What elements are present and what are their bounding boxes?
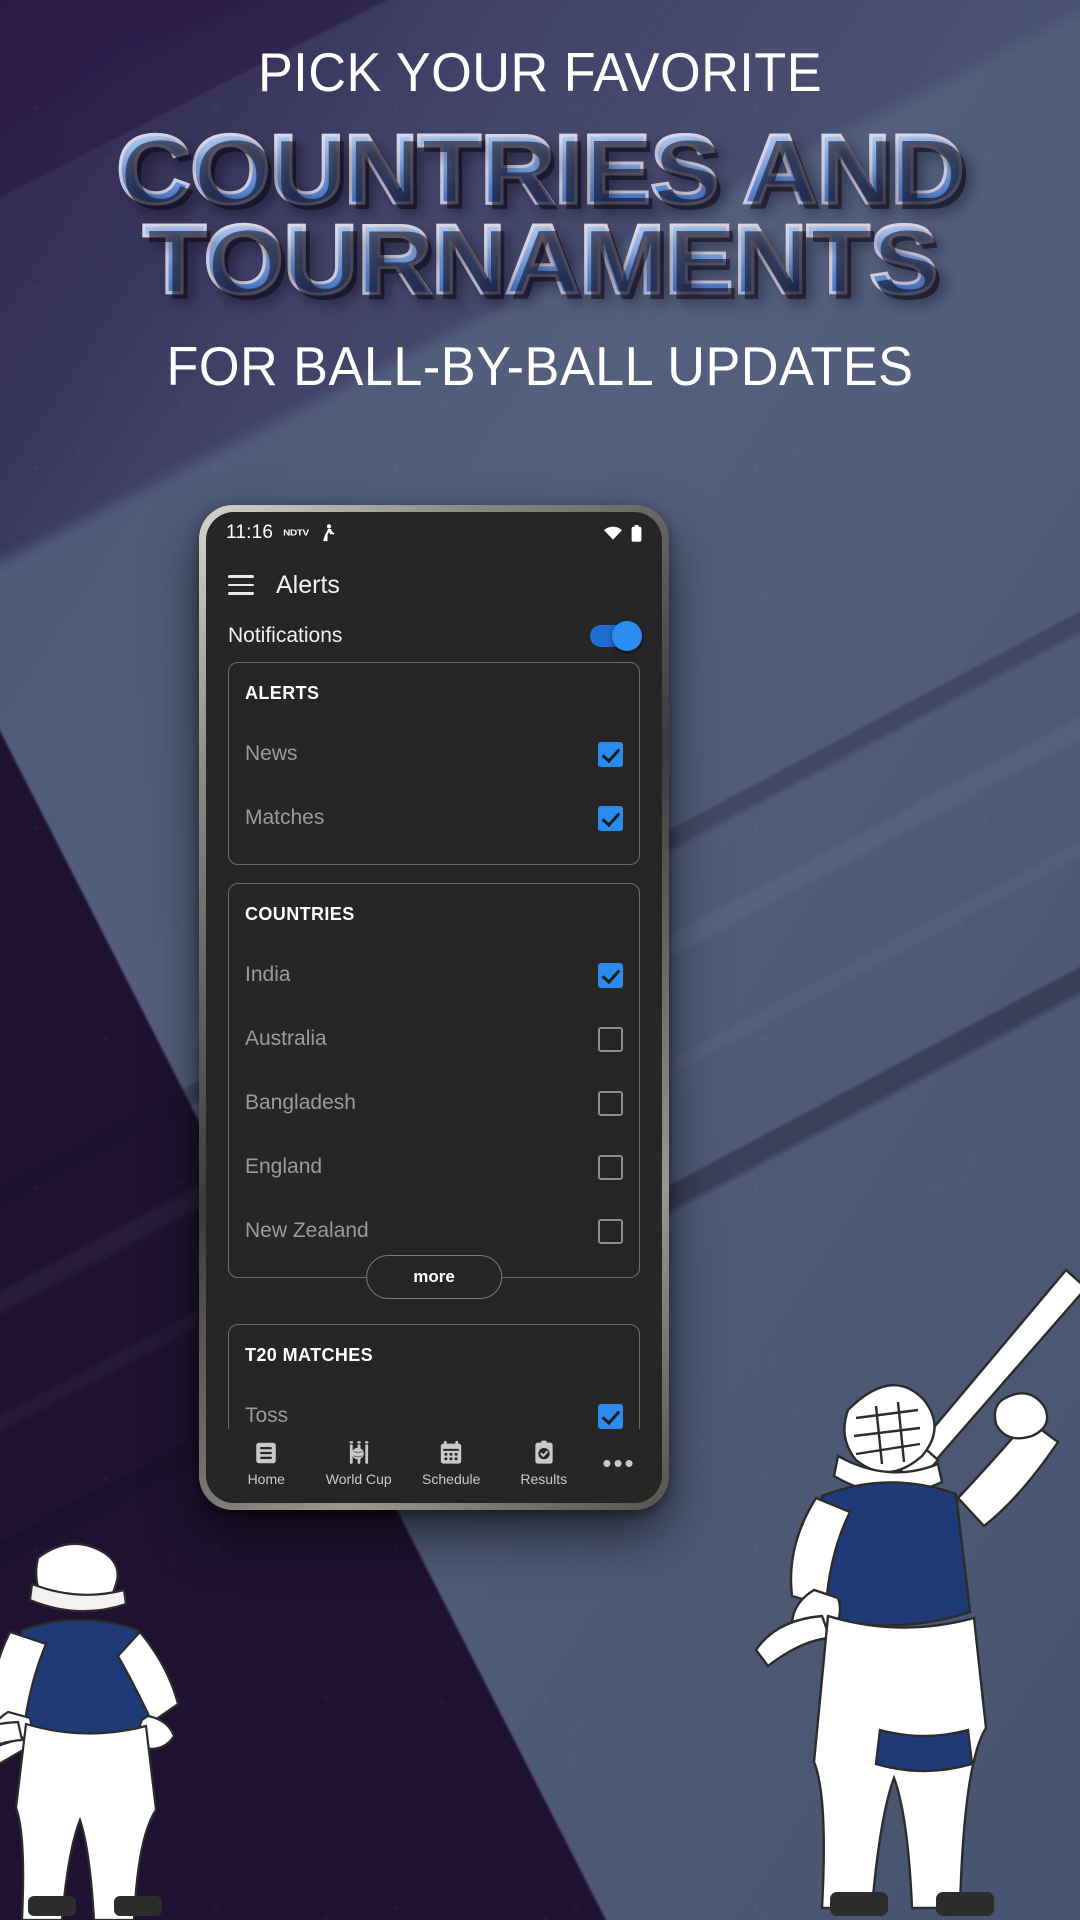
cricket-batsman-icon — [322, 524, 335, 542]
nav-item-results[interactable]: Results — [498, 1440, 591, 1487]
ndtv-logo-icon: NDTV — [283, 528, 309, 538]
settings-card: ALERTS News Matches — [228, 662, 640, 865]
settings-option-label: England — [245, 1155, 323, 1178]
settings-option-row[interactable]: Bangladesh — [245, 1071, 623, 1135]
bottom-navigation: Home World Cup Schedule Results ••• — [206, 1429, 662, 1503]
settings-option-label: Australia — [245, 1027, 327, 1050]
nav-item-home[interactable]: Home — [220, 1440, 313, 1487]
settings-option-row[interactable]: India — [245, 943, 623, 1007]
headline-line-2: COUNTRIES AND — [114, 113, 966, 224]
settings-card-title: COUNTRIES — [245, 904, 355, 924]
phone-screen: 11:16 NDTV Alerts Notifications ALERTS N… — [206, 512, 662, 1503]
cricket-batsman-right-illustration — [754, 1268, 1080, 1916]
settings-option-row[interactable]: Australia — [245, 1007, 623, 1071]
notifications-label: Notifications — [228, 624, 343, 647]
headline-line-4: FOR BALL-BY-BALL UPDATES — [166, 335, 914, 398]
promo-headline: PICK YOUR FAVORITE COUNTRIES AND TOURNAM… — [0, 41, 1080, 398]
checkbox-unchecked[interactable] — [598, 1026, 623, 1052]
settings-option-label: Toss — [245, 1404, 289, 1427]
settings-option-label: India — [245, 963, 291, 986]
settings-card: COUNTRIES India Australia Bangladesh England… — [228, 883, 640, 1299]
nav-item-schedule[interactable]: Schedule — [405, 1440, 498, 1487]
nav-label-world-cup: World Cup — [325, 1470, 392, 1487]
checkbox-unchecked[interactable] — [598, 1218, 623, 1244]
headline-line-1: PICK YOUR FAVORITE — [257, 41, 823, 103]
settings-card-title: T20 MATCHES — [245, 1345, 374, 1365]
headline-line-3: TOURNAMENTS — [141, 203, 940, 314]
more-button[interactable]: more — [366, 1255, 502, 1299]
list-icon — [256, 1442, 276, 1463]
settings-option-label: Bangladesh — [245, 1091, 356, 1114]
settings-option-row[interactable]: News — [245, 722, 623, 786]
settings-option-row[interactable]: New Zealand — [245, 1199, 623, 1263]
status-bar-right — [603, 524, 642, 542]
page-title: Alerts — [276, 570, 340, 599]
checkbox-unchecked[interactable] — [598, 1154, 623, 1180]
settings-option-row[interactable]: Matches — [245, 786, 623, 850]
wifi-icon — [604, 526, 622, 540]
nav-item-world-cup[interactable]: World Cup — [313, 1440, 406, 1487]
clipboard-check-icon — [535, 1440, 553, 1464]
toggle-knob — [612, 621, 642, 651]
settings-card: T20 MATCHES Toss — [228, 1324, 640, 1429]
settings-option-label: Matches — [245, 806, 325, 829]
checkbox-checked[interactable] — [598, 805, 623, 831]
status-bar: 11:16 NDTV — [206, 512, 662, 554]
settings-card-title: ALERTS — [245, 683, 320, 703]
nav-label-results: Results — [520, 1470, 568, 1487]
nav-label-home: Home — [247, 1470, 285, 1487]
cricket-batsman-left-illustration — [0, 1542, 180, 1920]
checkbox-checked[interactable] — [598, 741, 623, 767]
app-bar: Alerts — [206, 554, 662, 616]
settings-option-label: News — [245, 742, 298, 765]
nav-label-schedule: Schedule — [422, 1470, 481, 1487]
settings-option-row[interactable]: Toss — [245, 1384, 623, 1429]
status-bar-left: 11:16 NDTV — [226, 522, 335, 544]
headline-emphasis: COUNTRIES AND TOURNAMENTS — [0, 113, 1080, 314]
phone-mockup: 11:16 NDTV Alerts Notifications ALERTS N… — [199, 505, 669, 1510]
settings-option-row[interactable]: England — [245, 1135, 623, 1199]
hamburger-menu-icon[interactable] — [228, 575, 254, 595]
cricket-stumps-icon — [349, 1440, 369, 1464]
notifications-toggle[interactable] — [590, 621, 642, 651]
checkbox-checked[interactable] — [598, 962, 623, 988]
calendar-icon — [441, 1440, 462, 1464]
battery-icon — [631, 524, 642, 542]
status-bar-clock: 11:16 — [226, 522, 274, 543]
nav-overflow-button[interactable]: ••• — [590, 1450, 648, 1476]
checkbox-unchecked[interactable] — [598, 1090, 623, 1116]
settings-option-label: New Zealand — [245, 1219, 369, 1242]
checkbox-checked[interactable] — [598, 1403, 623, 1429]
settings-list[interactable]: ALERTS News Matches COUNTRIES India Australia… — [206, 662, 662, 1429]
notifications-row[interactable]: Notifications — [206, 616, 662, 662]
